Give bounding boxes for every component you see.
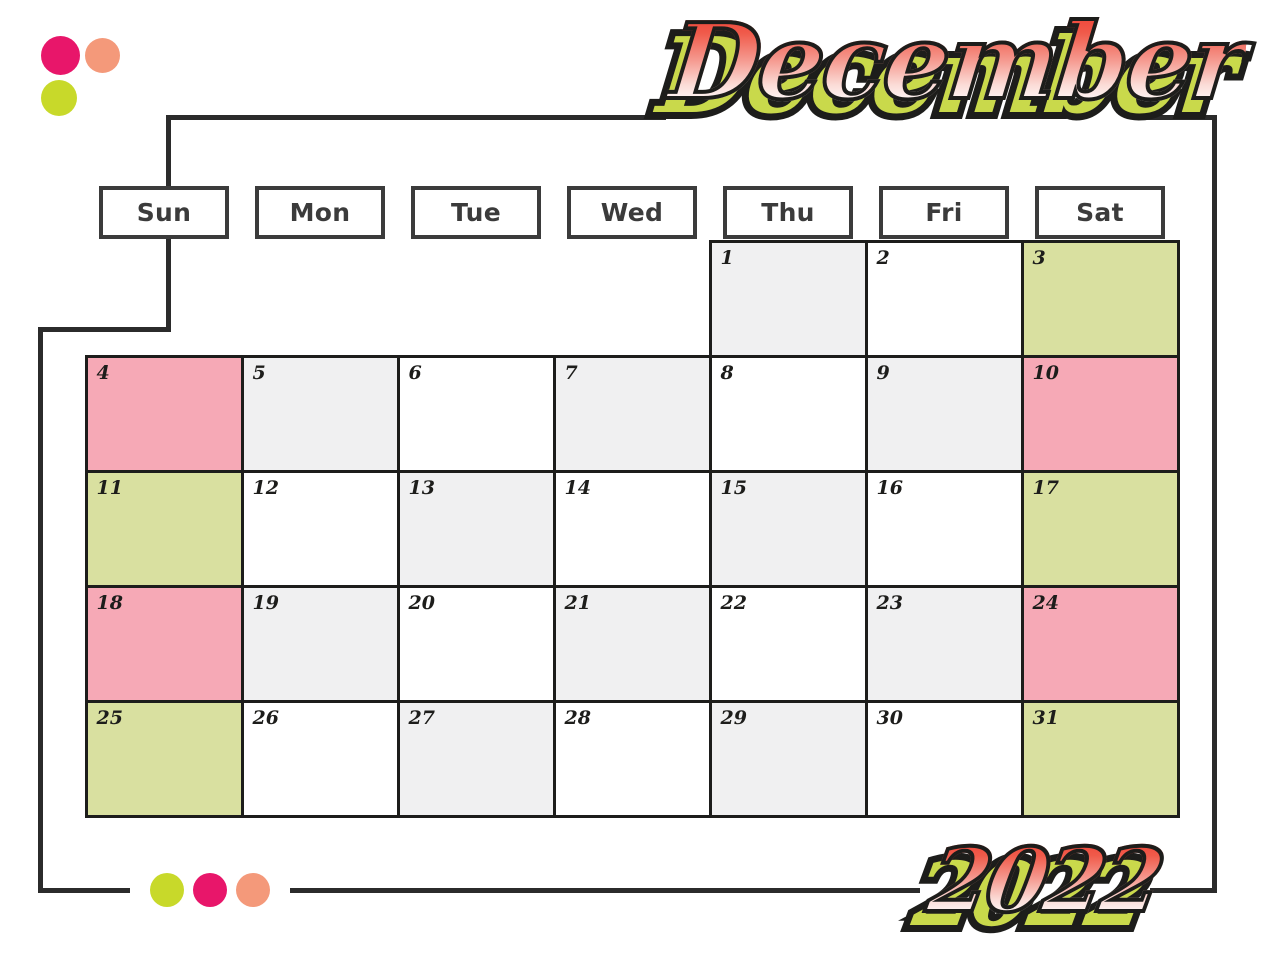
weekday-cell-tue: Tue bbox=[398, 186, 554, 239]
day-number: 25 bbox=[96, 706, 123, 729]
dot-salmon-icon bbox=[236, 873, 270, 907]
day-number: 24 bbox=[1032, 591, 1059, 614]
year-title-face: 2022 bbox=[919, 826, 1170, 934]
weekday-cell-thu: Thu bbox=[710, 186, 866, 239]
month-title-face: December bbox=[662, 0, 1253, 125]
day-cell-empty bbox=[553, 240, 712, 358]
day-cell-empty bbox=[397, 240, 556, 358]
day-number: 1 bbox=[720, 246, 734, 269]
day-cell[interactable]: 2 bbox=[864, 239, 1024, 358]
weekday-cell-sat: Sat bbox=[1022, 186, 1178, 239]
day-cell[interactable]: 27 bbox=[396, 699, 556, 818]
calendar-grid: 1 2 3 4 5 6 7 8 9 10 11 12 13 14 15 16 17 18 19 20 21 22 23 24 2… bbox=[84, 239, 1184, 818]
dot-lime-icon bbox=[150, 873, 184, 907]
day-number: 15 bbox=[720, 476, 747, 499]
day-cell[interactable]: 12 bbox=[240, 469, 400, 588]
day-number: 7 bbox=[564, 361, 578, 384]
dot-magenta-icon bbox=[193, 873, 227, 907]
day-number: 27 bbox=[408, 706, 435, 729]
day-number: 9 bbox=[876, 361, 890, 384]
day-cell[interactable]: 10 bbox=[1020, 354, 1180, 473]
day-number: 12 bbox=[252, 476, 279, 499]
day-number: 19 bbox=[252, 591, 279, 614]
weekday-box-sun[interactable]: Sun bbox=[99, 186, 229, 239]
day-number: 6 bbox=[408, 361, 422, 384]
frame-line-bottom-right bbox=[1150, 888, 1217, 893]
day-cell[interactable]: 20 bbox=[396, 584, 556, 703]
day-number: 13 bbox=[408, 476, 435, 499]
day-cell[interactable]: 31 bbox=[1020, 699, 1180, 818]
weekday-cell-sun: Sun bbox=[86, 186, 242, 239]
weekday-box-fri[interactable]: Fri bbox=[879, 186, 1009, 239]
day-cell[interactable]: 25 bbox=[84, 699, 244, 818]
frame-line-left-rail bbox=[38, 327, 43, 893]
day-cell[interactable]: 6 bbox=[396, 354, 556, 473]
weekday-header-row: Sun Mon Tue Wed Thu Fri Sat bbox=[86, 186, 1184, 239]
frame-line-bottom-center bbox=[290, 888, 920, 893]
day-cell-empty bbox=[85, 240, 244, 358]
weekday-box-mon[interactable]: Mon bbox=[255, 186, 385, 239]
day-cell[interactable]: 5 bbox=[240, 354, 400, 473]
weekday-cell-fri: Fri bbox=[866, 186, 1022, 239]
day-cell[interactable]: 30 bbox=[864, 699, 1024, 818]
dot-lime-icon bbox=[41, 80, 77, 116]
day-cell[interactable]: 28 bbox=[552, 699, 712, 818]
day-number: 26 bbox=[252, 706, 279, 729]
day-cell[interactable]: 8 bbox=[708, 354, 868, 473]
day-number: 11 bbox=[96, 476, 123, 499]
day-cell[interactable]: 18 bbox=[84, 584, 244, 703]
day-cell-empty bbox=[241, 240, 400, 358]
day-number: 17 bbox=[1032, 476, 1059, 499]
day-number: 18 bbox=[96, 591, 123, 614]
day-cell[interactable]: 17 bbox=[1020, 469, 1180, 588]
weekday-box-sat[interactable]: Sat bbox=[1035, 186, 1165, 239]
frame-line-bottom-left bbox=[38, 888, 130, 893]
day-number: 5 bbox=[252, 361, 266, 384]
day-cell[interactable]: 15 bbox=[708, 469, 868, 588]
weekday-cell-mon: Mon bbox=[242, 186, 398, 239]
day-number: 8 bbox=[720, 361, 734, 384]
weekday-cell-wed: Wed bbox=[554, 186, 710, 239]
day-cell[interactable]: 29 bbox=[708, 699, 868, 818]
day-cell[interactable]: 13 bbox=[396, 469, 556, 588]
day-cell[interactable]: 9 bbox=[864, 354, 1024, 473]
day-number: 20 bbox=[408, 591, 435, 614]
day-cell[interactable]: 22 bbox=[708, 584, 868, 703]
day-cell[interactable]: 1 bbox=[708, 239, 868, 358]
weekday-box-wed[interactable]: Wed bbox=[567, 186, 697, 239]
day-cell[interactable]: 26 bbox=[240, 699, 400, 818]
day-number: 2 bbox=[876, 246, 890, 269]
frame-line-right-rail bbox=[1212, 115, 1217, 893]
day-cell[interactable]: 7 bbox=[552, 354, 712, 473]
day-number: 31 bbox=[1032, 706, 1059, 729]
day-number: 29 bbox=[720, 706, 747, 729]
day-cell[interactable]: 21 bbox=[552, 584, 712, 703]
day-cell[interactable]: 23 bbox=[864, 584, 1024, 703]
day-number: 21 bbox=[564, 591, 591, 614]
day-number: 4 bbox=[96, 361, 110, 384]
day-cell[interactable]: 14 bbox=[552, 469, 712, 588]
dot-magenta-icon bbox=[41, 36, 80, 75]
day-number: 16 bbox=[876, 476, 903, 499]
day-number: 3 bbox=[1032, 246, 1046, 269]
day-number: 30 bbox=[876, 706, 903, 729]
day-number: 14 bbox=[564, 476, 591, 499]
day-cell[interactable]: 24 bbox=[1020, 584, 1180, 703]
frame-line-top-left bbox=[166, 115, 666, 120]
weekday-box-thu[interactable]: Thu bbox=[723, 186, 853, 239]
day-cell[interactable]: 19 bbox=[240, 584, 400, 703]
day-cell[interactable]: 3 bbox=[1020, 239, 1180, 358]
frame-line-sun-stem-top bbox=[166, 115, 171, 187]
day-cell[interactable]: 11 bbox=[84, 469, 244, 588]
day-number: 23 bbox=[876, 591, 903, 614]
day-number: 22 bbox=[720, 591, 747, 614]
weekday-box-tue[interactable]: Tue bbox=[411, 186, 541, 239]
day-number: 10 bbox=[1032, 361, 1059, 384]
day-number: 28 bbox=[564, 706, 591, 729]
dot-salmon-icon bbox=[85, 38, 120, 73]
day-cell[interactable]: 4 bbox=[84, 354, 244, 473]
day-cell[interactable]: 16 bbox=[864, 469, 1024, 588]
